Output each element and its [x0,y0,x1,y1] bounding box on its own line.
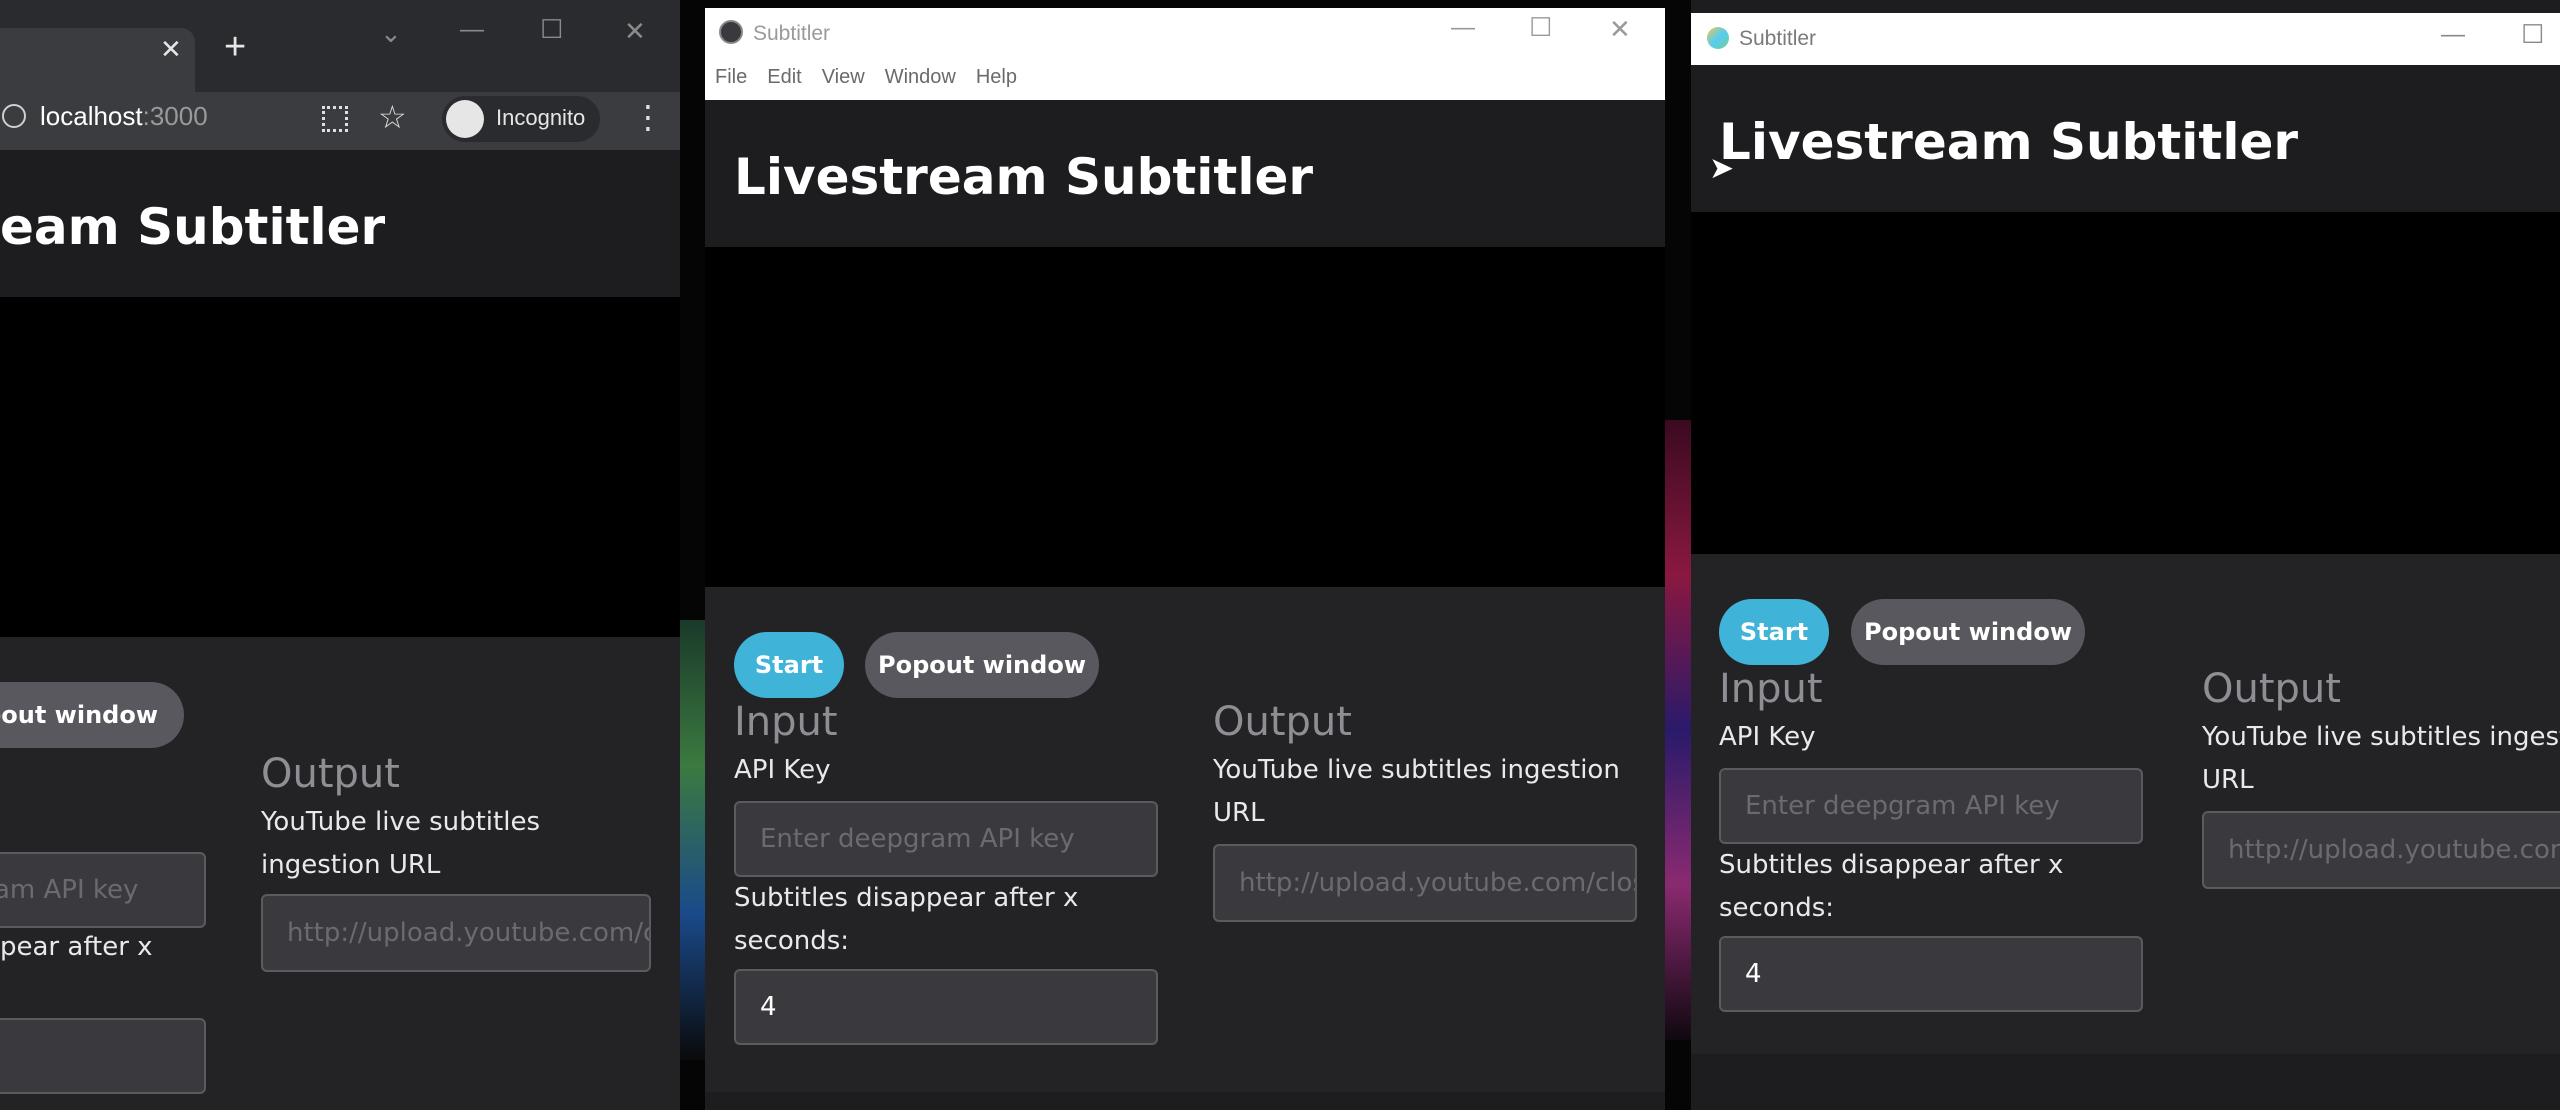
app-logo-icon [1707,27,1729,49]
window-title: Subtitler [753,22,831,45]
popout-window-button[interactable]: opout window [0,682,184,748]
minimize-icon[interactable]: — [1451,14,1475,42]
api-key-label: API Key [1719,722,1816,752]
subtitle-preview [0,297,680,637]
page-title: Livestream Subtitler [734,148,1314,206]
app-header: Livestream Subtitler [705,100,1665,247]
popout-titlebar: Subtitler — ☐ [1691,13,2560,65]
output-url-label: YouTube live subtitles ingestion URL [261,807,540,880]
controls-panel: Start Popout window Input API Key Enter … [705,587,1665,1092]
maximize-icon[interactable]: ☐ [540,14,563,45]
app-logo-icon [719,20,743,44]
popout-window-button[interactable]: Popout window [865,632,1099,698]
window-title: Subtitler [1739,27,1817,50]
incognito-label: Incognito [496,105,586,130]
output-heading: Output [1213,699,1352,745]
bookmark-star-icon[interactable]: ☆ [378,98,407,136]
tab-search-icon[interactable]: ⌄ [380,18,402,49]
minimize-icon[interactable]: — [2441,21,2465,49]
output-heading: Output [261,751,400,797]
start-button[interactable]: Start [1719,599,1829,665]
output-url-input[interactable]: http://upload.youtube.com/closedcaption [261,894,651,972]
disappear-label: Subtitles disappear after x seconds: [1719,850,2064,923]
url-host: localhost [40,101,143,131]
browser-tab-strip: ✕ + ⌄ — ☐ ✕ [0,0,680,92]
page-title: eam Subtitler [0,198,386,256]
qr-code-icon[interactable] [322,106,348,132]
electron-titlebar: Subtitler — ☐ ✕ File Edit View Window Help [705,8,1665,100]
app-header: Livestream Subtitler ➤ [1691,65,2560,212]
output-url-label: YouTube live subtitles ingest [2202,722,2560,752]
popout-app-window: Subtitler — ☐ Livestream Subtitler ➤ Sta… [1691,0,2560,1110]
desktop-wallpaper-2 [1664,420,1692,1040]
minimize-icon[interactable]: — [460,16,484,44]
output-url-label-line2: URL [2202,765,2254,795]
incognito-icon [446,100,484,138]
page-title: Livestream Subtitler [1719,113,2299,171]
disappear-seconds-input[interactable] [0,1018,206,1094]
browser-toolbar: localhost:3000 ☆ Incognito ⋮ [0,92,680,150]
disappear-seconds-input[interactable]: 4 [1719,936,2143,1012]
controls-panel: opout window am API key pear after x Out… [0,637,680,1110]
address-bar[interactable]: localhost:3000 [40,101,208,132]
close-icon[interactable]: ✕ [624,16,646,47]
url-port: :3000 [142,101,208,131]
output-url-label: YouTube live subtitles ingestion URL [1213,755,1620,828]
input-heading: Input [1719,666,1823,712]
close-icon[interactable]: ✕ [1609,14,1631,45]
start-button[interactable]: Start [734,632,844,698]
popout-window-button[interactable]: Popout window [1851,599,2085,665]
menu-file[interactable]: File [715,66,747,88]
menu-help[interactable]: Help [976,66,1017,88]
menu-edit[interactable]: Edit [767,66,801,88]
disappear-label: Subtitles disappear after x seconds: [734,883,1079,956]
maximize-icon[interactable]: ☐ [1529,12,1552,43]
subtitle-preview [705,247,1665,587]
browser-window: ✕ + ⌄ — ☐ ✕ localhost:3000 ☆ Incognito ⋮… [0,0,680,1110]
app-header: eam Subtitler [0,150,680,297]
mouse-cursor-icon: ➤ [1709,152,1735,185]
api-key-label: API Key [734,755,831,785]
menu-window[interactable]: Window [885,66,956,88]
menu-bar: File Edit View Window Help [715,66,1037,89]
browser-menu-icon[interactable]: ⋮ [632,98,664,136]
input-heading: Input [734,699,838,745]
menu-view[interactable]: View [822,66,865,88]
incognito-chip[interactable]: Incognito [442,96,600,142]
api-key-input[interactable]: Enter deepgram API key [734,801,1158,877]
new-tab-icon[interactable]: + [224,26,246,69]
subtitle-preview [1691,212,2560,554]
electron-window: Subtitler — ☐ ✕ File Edit View Window Help L… [705,8,1665,1110]
api-key-input[interactable]: am API key [0,852,206,928]
output-url-input[interactable]: http://upload.youtube.com/closedcaption [1213,844,1637,922]
disappear-seconds-input[interactable]: 4 [734,969,1158,1045]
output-heading: Output [2202,666,2341,712]
disappear-label: pear after x [0,932,153,962]
maximize-icon[interactable]: ☐ [2521,19,2544,50]
output-url-input[interactable]: http://upload.youtube.com/closedcaption [2202,811,2560,889]
desktop-wallpaper [680,620,708,1060]
api-key-input[interactable]: Enter deepgram API key [1719,768,2143,844]
info-icon[interactable] [2,104,26,128]
tab-close-icon[interactable]: ✕ [160,34,182,65]
controls-panel: Start Popout window Input API Key Enter … [1691,554,2560,1054]
